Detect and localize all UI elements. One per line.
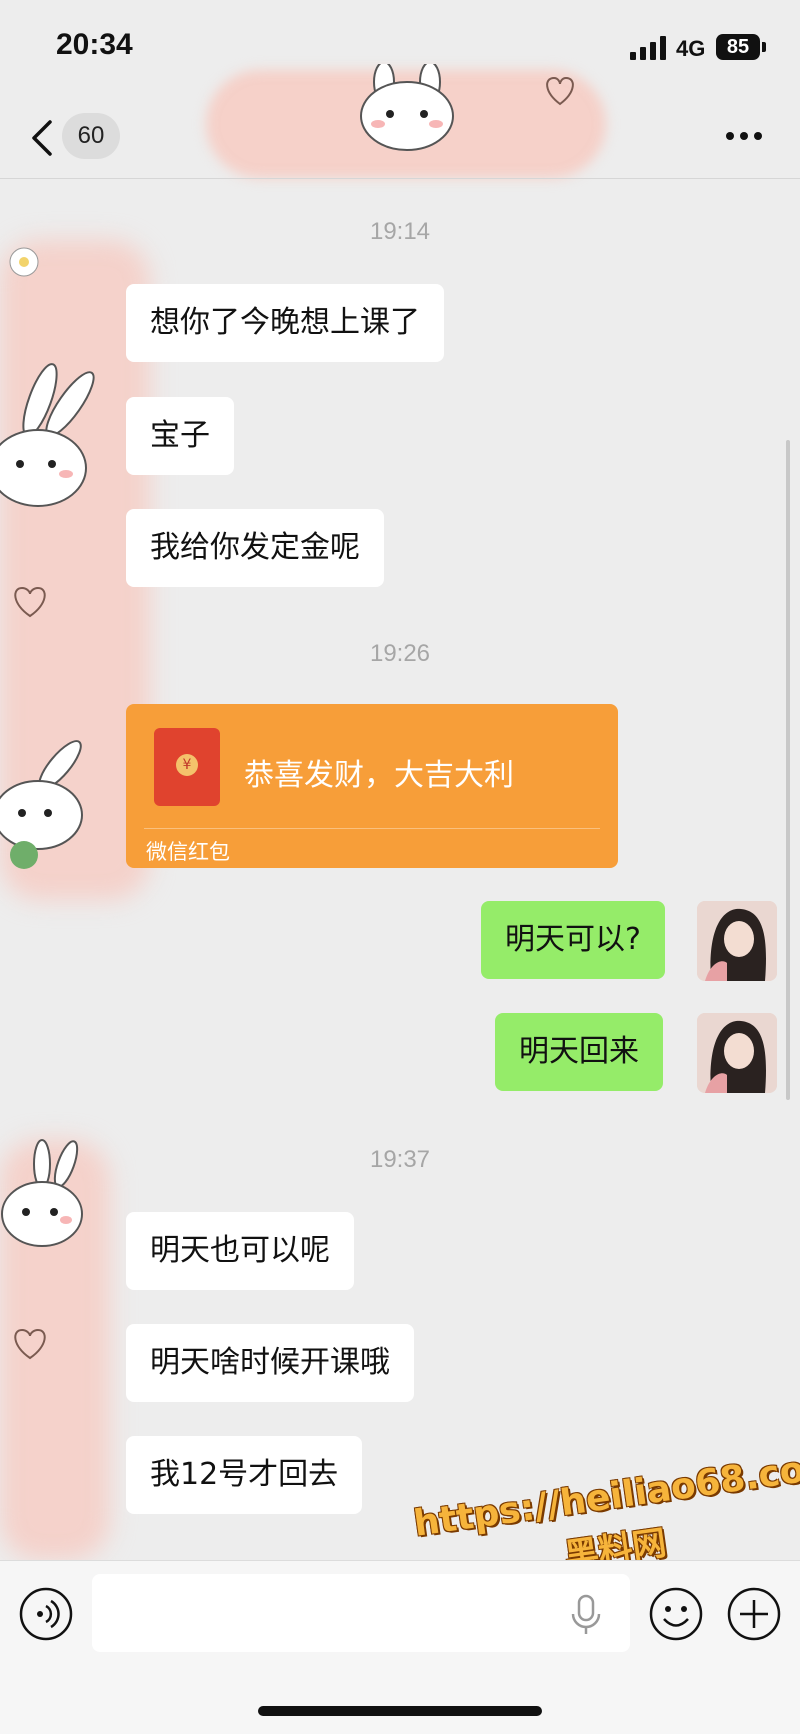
unread-badge[interactable]: 60: [62, 113, 120, 159]
my-message-bubble[interactable]: 明天回来: [495, 1013, 663, 1091]
red-packet-label: 微信红包: [146, 840, 230, 864]
voice-icon[interactable]: [18, 1586, 74, 1642]
heart-icon: [14, 1328, 46, 1360]
timestamp: 19:37: [369, 1146, 431, 1173]
red-packet-card[interactable]: ¥ 恭喜发财，大吉大利 微信红包: [126, 704, 618, 868]
timestamp: 19:14: [369, 218, 431, 245]
message-bubble[interactable]: 明天也可以呢: [126, 1212, 354, 1290]
status-time: 20:34: [56, 28, 133, 61]
red-packet-icon: ¥: [154, 728, 220, 806]
avatar-photo: [697, 1013, 777, 1093]
red-packet-coin: ¥: [176, 754, 198, 776]
avatar[interactable]: [697, 1013, 777, 1093]
my-message-bubble[interactable]: 明天可以?: [481, 901, 665, 979]
nav-divider: [0, 178, 800, 179]
message-bubble[interactable]: 宝子: [126, 397, 234, 475]
back-icon[interactable]: [28, 118, 56, 158]
plus-icon[interactable]: [726, 1586, 782, 1642]
red-packet-divider: [144, 828, 600, 829]
message-bubble[interactable]: 我12号才回去: [126, 1436, 363, 1514]
battery-tip: [762, 42, 766, 52]
heart-icon: [546, 76, 574, 106]
avatar[interactable]: [697, 901, 777, 981]
rabbit-sticker-icon: [0, 363, 95, 507]
emoji-icon[interactable]: [648, 1586, 704, 1642]
message-bubble[interactable]: 我给你发定金呢: [126, 509, 384, 587]
rabbit-sticker-icon: [0, 740, 83, 869]
heart-icon: [14, 586, 46, 618]
red-packet-title: 恭喜发财，大吉大利: [244, 758, 514, 793]
message-input[interactable]: [92, 1574, 630, 1652]
signal-icon: [630, 36, 666, 60]
message-bubble[interactable]: 想你了今晚想上课了: [126, 284, 444, 362]
avatar-photo: [697, 901, 777, 981]
battery-indicator: 85: [716, 34, 760, 60]
more-icon[interactable]: [724, 126, 764, 146]
mic-icon[interactable]: [570, 1594, 602, 1638]
message-bubble[interactable]: 明天啥时候开课哦: [126, 1324, 414, 1402]
scrollbar[interactable]: [786, 440, 790, 1100]
rabbit-sticker-icon: [360, 64, 454, 151]
timestamp: 19:26: [369, 640, 431, 667]
network-type: 4G: [676, 36, 706, 61]
home-indicator: [258, 1706, 542, 1716]
